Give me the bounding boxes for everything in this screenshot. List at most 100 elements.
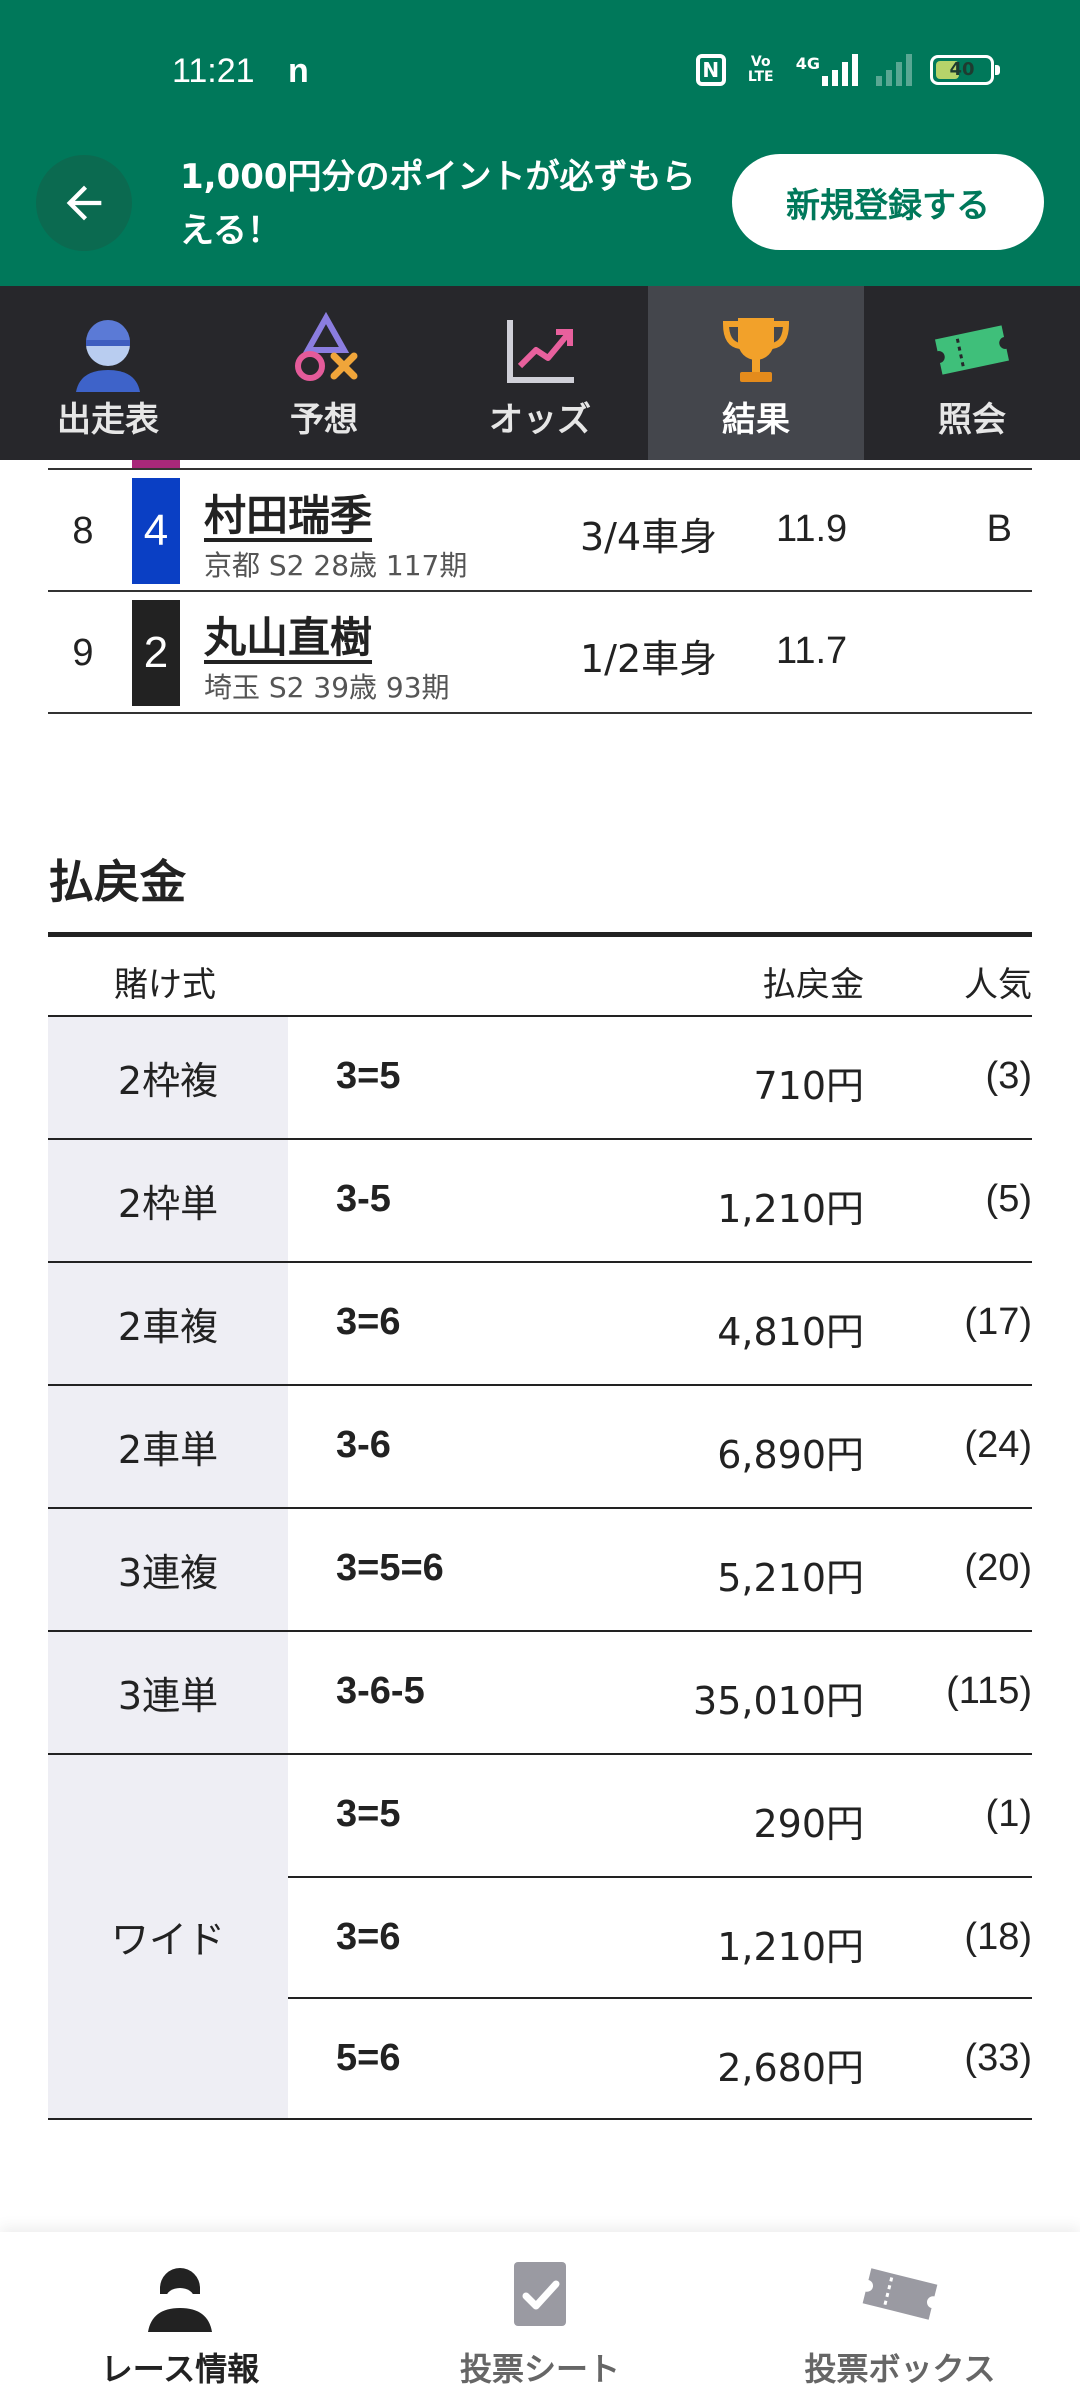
payout-table-header: 賭け式 払戻金 人気 bbox=[48, 937, 1032, 1017]
payout-group: ワイド 3=5 290円 (1) 3=6 1,210円 (18) 5=6 2,6… bbox=[48, 1755, 1032, 2120]
racer-info: 京都 S2 28歳 117期 bbox=[204, 549, 468, 582]
ticket-icon bbox=[935, 325, 1009, 375]
combination: 3-5 bbox=[336, 1178, 391, 1220]
popularity: (17) bbox=[964, 1301, 1032, 1343]
table-row: 8 4 村田瑞季 京都 S2 28歳 117期 3/4車身 11.9 B bbox=[48, 470, 1032, 592]
racer-icon bbox=[148, 2268, 212, 2332]
system-icons: N Vo LTE 4G 40 bbox=[695, 54, 1000, 86]
bottom-tab-vote-sheet[interactable]: 投票シート bbox=[360, 2232, 720, 2400]
prediction-symbols-icon bbox=[295, 311, 358, 381]
battery-icon: 40 bbox=[930, 55, 1000, 85]
trophy-icon bbox=[722, 318, 790, 382]
battery-level: 40 bbox=[949, 59, 975, 80]
racer-name-link[interactable]: 村田瑞季 bbox=[204, 482, 372, 543]
jockey-icon bbox=[76, 320, 140, 392]
promo-text: 1,000円分のポイントが必ずもらえる！ bbox=[180, 157, 696, 251]
payout-group: 2枠単 3-5 1,210円 (5) bbox=[48, 1140, 1032, 1263]
payout-amount: 290円 bbox=[753, 1802, 864, 1846]
popularity: (18) bbox=[964, 1916, 1032, 1958]
popularity: (5) bbox=[985, 1178, 1032, 1220]
tab-results[interactable]: 結果 bbox=[648, 286, 864, 460]
tab-label: オッズ bbox=[489, 400, 591, 440]
bottom-tab-label: 投票シート bbox=[459, 2350, 620, 2388]
tab-prediction[interactable]: 予想 bbox=[216, 286, 432, 460]
payout-row: 3-6 6,890円 (24) bbox=[288, 1386, 1032, 1507]
header-popularity: 人気 bbox=[964, 965, 1032, 1005]
back-button[interactable] bbox=[36, 155, 132, 251]
payout-amount: 1,210円 bbox=[717, 1925, 864, 1969]
header-bet-type: 賭け式 bbox=[114, 965, 216, 1005]
payout-row: 3=6 1,210円 (18) bbox=[288, 1876, 1032, 1997]
payout-row: 3-6-5 35,010円 (115) bbox=[288, 1632, 1032, 1753]
combination: 3=6 bbox=[336, 1916, 401, 1958]
combination: 3-6-5 bbox=[336, 1670, 425, 1712]
tab-label: 予想 bbox=[290, 400, 358, 440]
bottom-navigation: レース情報 投票シート 投票ボックス bbox=[0, 2232, 1080, 2400]
payout-row: 3=5 290円 (1) bbox=[288, 1755, 1032, 1876]
header-amount: 払戻金 bbox=[762, 965, 864, 1005]
tab-entries[interactable]: 出走表 bbox=[0, 286, 216, 460]
combination: 3=6 bbox=[336, 1301, 401, 1343]
payout-amount: 1,210円 bbox=[717, 1187, 864, 1231]
race-nav-tabs: 出走表 予想 オッズ 結果 照会 bbox=[0, 286, 1080, 460]
app-notification-icon: n bbox=[288, 52, 309, 90]
register-button[interactable]: 新規登録する bbox=[732, 154, 1044, 250]
network-type-label: 4G bbox=[795, 54, 820, 73]
table-row: 9 2 丸山直樹 埼玉 S2 39歳 93期 1/2車身 11.7 bbox=[48, 592, 1032, 714]
popularity: (33) bbox=[964, 2037, 1032, 2079]
volte-icon: Vo LTE bbox=[747, 54, 774, 85]
odds-chart-icon bbox=[507, 320, 574, 383]
tactic-mark: B bbox=[986, 508, 1012, 550]
payout-row: 3=5 710円 (3) bbox=[288, 1017, 1032, 1138]
payout-group: 2車単 3-6 6,890円 (24) bbox=[48, 1386, 1032, 1509]
bet-type: 2車単 bbox=[48, 1386, 288, 1507]
payout-row: 3=6 4,810円 (17) bbox=[288, 1263, 1032, 1384]
payout-row: 3-5 1,210円 (5) bbox=[288, 1140, 1032, 1261]
margin: 1/2車身 bbox=[580, 637, 718, 681]
bottom-tab-race-info[interactable]: レース情報 bbox=[0, 2232, 360, 2400]
bet-type: 2枠単 bbox=[48, 1140, 288, 1261]
racer-name-link[interactable]: 丸山直樹 bbox=[204, 604, 372, 665]
payout-group: 2枠複 3=5 710円 (3) bbox=[48, 1017, 1032, 1140]
vote-sheet-icon bbox=[514, 2262, 566, 2326]
combination: 3-6 bbox=[336, 1424, 391, 1466]
payout-amount: 5,210円 bbox=[717, 1556, 864, 1600]
bottom-tab-vote-box[interactable]: 投票ボックス bbox=[720, 2232, 1080, 2400]
payout-title: 払戻金 bbox=[48, 855, 186, 909]
bike-number-badge: 4 bbox=[132, 478, 180, 584]
bike-number-badge: 2 bbox=[132, 600, 180, 706]
tab-label: 出走表 bbox=[57, 400, 159, 440]
bet-type: ワイド bbox=[48, 1755, 288, 2118]
status-bar: 11:21 n N Vo LTE 4G 40 bbox=[0, 48, 1080, 98]
popularity: (1) bbox=[985, 1793, 1032, 1835]
combination: 3=5 bbox=[336, 1793, 401, 1835]
payout-row: 5=6 2,680円 (33) bbox=[288, 1997, 1032, 2118]
previous-row-number-box bbox=[132, 460, 180, 468]
payout-amount: 4,810円 bbox=[717, 1310, 864, 1354]
bet-type: 3連複 bbox=[48, 1509, 288, 1630]
race-results-list: 8 4 村田瑞季 京都 S2 28歳 117期 3/4車身 11.9 B 9 2… bbox=[48, 470, 1032, 714]
finish-rank: 9 bbox=[72, 632, 94, 674]
tab-label: 照会 bbox=[938, 400, 1006, 440]
payout-amount: 710円 bbox=[753, 1064, 864, 1108]
status-time: 11:21 bbox=[172, 52, 255, 90]
combination: 5=6 bbox=[336, 2037, 401, 2079]
popularity: (24) bbox=[964, 1424, 1032, 1466]
lap-time: 11.7 bbox=[776, 630, 848, 672]
payout-group: 3連複 3=5=6 5,210円 (20) bbox=[48, 1509, 1032, 1632]
cellular-secondary-icon bbox=[876, 54, 912, 86]
bet-type: 2車複 bbox=[48, 1263, 288, 1384]
racer-info: 埼玉 S2 39歳 93期 bbox=[204, 671, 450, 704]
arrow-left-icon bbox=[66, 185, 102, 221]
payout-group: 2車複 3=6 4,810円 (17) bbox=[48, 1263, 1032, 1386]
tab-odds[interactable]: オッズ bbox=[432, 286, 648, 460]
combination: 3=5=6 bbox=[336, 1547, 444, 1589]
payout-amount: 6,890円 bbox=[717, 1433, 864, 1477]
popularity: (115) bbox=[946, 1670, 1032, 1712]
combination: 3=5 bbox=[336, 1055, 401, 1097]
finish-rank: 8 bbox=[72, 510, 94, 552]
payout-row: 3=5=6 5,210円 (20) bbox=[288, 1509, 1032, 1630]
bottom-tab-label: レース情報 bbox=[100, 2350, 260, 2388]
tab-inquiry[interactable]: 照会 bbox=[864, 286, 1080, 460]
nfc-icon: N bbox=[695, 54, 726, 86]
